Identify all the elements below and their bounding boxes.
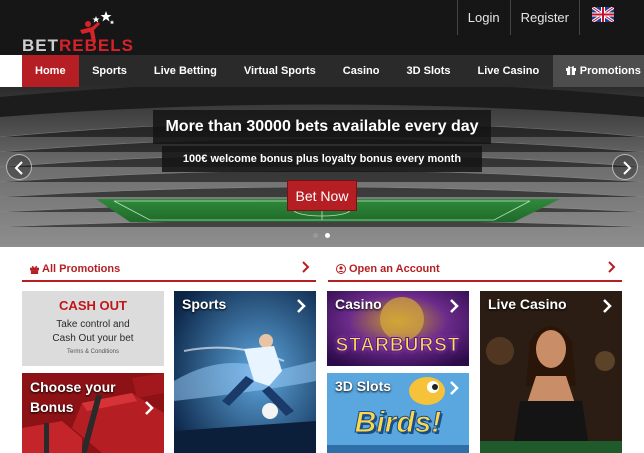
choose-bonus-line-1: Choose your: [30, 379, 116, 395]
uk-flag-icon: [592, 7, 614, 22]
live-casino-tile[interactable]: Live Casino: [480, 291, 622, 453]
chevron-right-icon: [623, 161, 632, 175]
register-link[interactable]: Register: [509, 0, 579, 35]
open-account-label: Open an Account: [349, 263, 440, 275]
gift-icon: [30, 265, 39, 274]
chevron-right-icon: [145, 401, 154, 415]
sports-tile[interactable]: Sports: [174, 291, 316, 453]
chevron-right-icon: [302, 261, 310, 273]
birds-logo: Birds!: [354, 406, 442, 440]
gift-icon: [565, 66, 576, 75]
chevron-right-icon: [450, 381, 459, 395]
nav-item-sports[interactable]: Sports: [79, 55, 141, 87]
3d-slots-label: 3D Slots: [335, 378, 392, 394]
cash-out-title: CASH OUT: [59, 298, 127, 313]
hero-subtitle: 100€ welcome bonus plus loyalty bonus ev…: [162, 146, 482, 172]
hero-prev-button[interactable]: [6, 154, 32, 180]
chevron-right-icon: [603, 299, 612, 313]
nav-item-home[interactable]: Home: [22, 55, 79, 87]
cash-out-tile[interactable]: CASH OUT Take control and Cash Out your …: [22, 291, 164, 366]
cash-out-line-1: Take control and: [56, 319, 130, 330]
top-header: BETREBELS Login Register: [0, 0, 644, 55]
user-icon: [336, 264, 346, 274]
hero-next-button[interactable]: [612, 154, 638, 180]
all-promotions-header[interactable]: All Promotions: [22, 258, 316, 282]
chevron-left-icon: [14, 161, 23, 175]
slide-dot-2[interactable]: [325, 233, 330, 238]
cash-out-text: Take control and Cash Out your bet: [22, 318, 164, 346]
bet-now-button[interactable]: Bet Now: [287, 180, 357, 211]
logo-text: BETREBELS: [22, 36, 134, 55]
all-promotions-label: All Promotions: [42, 263, 121, 275]
promotions-label: Promotions: [579, 65, 641, 77]
nav-item-live-betting[interactable]: Live Betting: [140, 55, 230, 87]
choose-bonus-tile[interactable]: Choose your Bonus: [22, 373, 164, 453]
chevron-right-icon: [450, 299, 459, 313]
slide-dot-1[interactable]: [313, 233, 318, 238]
hero-title: More than 30000 bets available every day: [153, 110, 491, 144]
casino-tile[interactable]: Casino STARBURST: [327, 291, 469, 366]
choose-bonus-line-2: Bonus: [30, 399, 74, 415]
chevron-right-icon: [608, 261, 616, 273]
nav-item-live-casino[interactable]: Live Casino: [464, 55, 553, 87]
chevron-right-icon: [297, 299, 306, 313]
login-link[interactable]: Login: [456, 0, 510, 35]
language-selector[interactable]: [579, 0, 614, 35]
account-links: Login Register: [456, 0, 614, 35]
3d-slots-tile[interactable]: 3D Slots Birds!: [327, 373, 469, 453]
open-account-header[interactable]: Open an Account: [328, 258, 622, 282]
terms-link[interactable]: Terms & Conditions: [22, 349, 164, 355]
nav-item-3d-slots[interactable]: 3D Slots: [393, 55, 464, 87]
dealer-image: [480, 291, 622, 453]
nav-item-casino[interactable]: Casino: [329, 55, 393, 87]
footballer-image: [174, 291, 316, 453]
choose-bonus-label: Choose your Bonus: [30, 377, 116, 417]
cash-out-line-2: Cash Out your bet: [52, 333, 134, 344]
starburst-logo: STARBURST: [335, 335, 461, 357]
nav-item-virtual-sports[interactable]: Virtual Sports: [230, 55, 329, 87]
nav-item-promotions[interactable]: Promotions: [552, 55, 644, 87]
main-nav: Home Sports Live Betting Virtual Sports …: [22, 55, 644, 87]
casino-label: Casino: [335, 296, 382, 312]
live-casino-label: Live Casino: [488, 296, 567, 312]
bet-rebels-logo[interactable]: BETREBELS: [22, 8, 162, 55]
sports-label: Sports: [182, 296, 227, 312]
